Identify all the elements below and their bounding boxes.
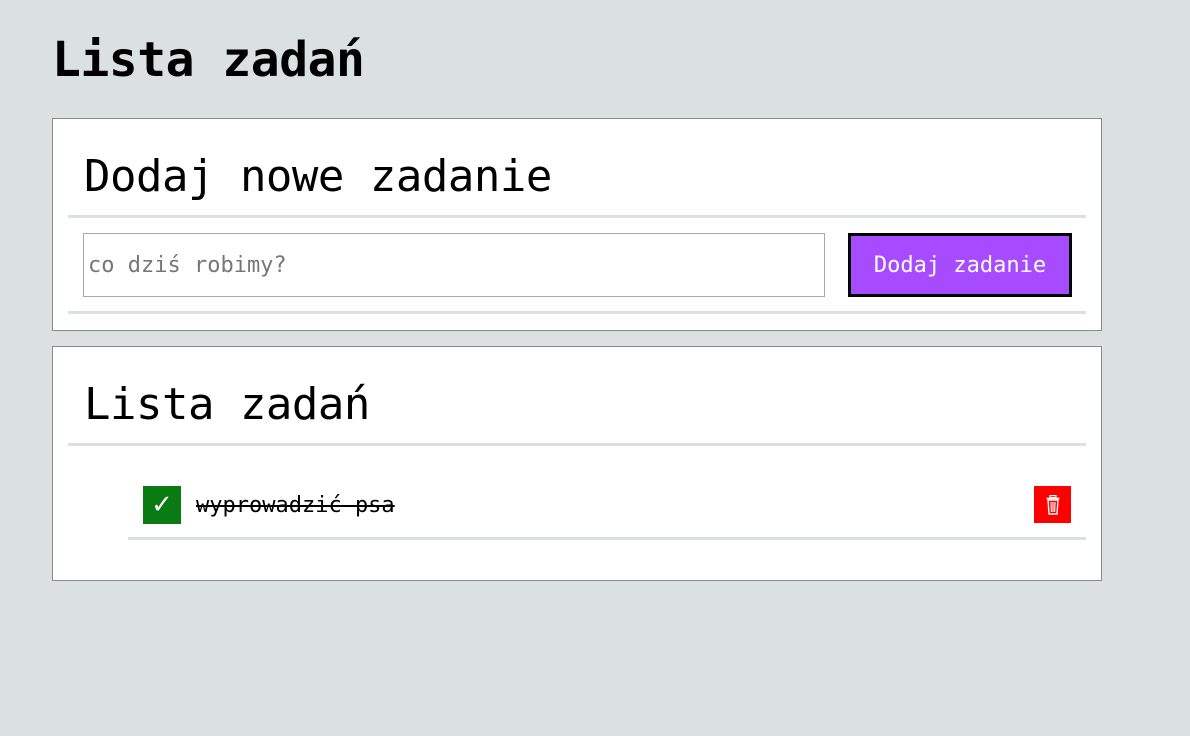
add-task-button[interactable]: Dodaj zadanie xyxy=(848,233,1072,297)
add-task-panel: Dodaj nowe zadanie Dodaj zadanie xyxy=(52,118,1102,331)
task-list-heading: Lista zadań xyxy=(84,379,370,430)
check-icon[interactable]: ✓ xyxy=(143,486,181,524)
page-title: Lista zadań xyxy=(52,32,365,88)
divider xyxy=(128,537,1086,540)
task-item: ✓ wyprowadzić psa xyxy=(128,485,1086,525)
delete-task-button[interactable] xyxy=(1034,486,1071,523)
trash-icon xyxy=(1046,494,1059,515)
add-task-heading: Dodaj nowe zadanie xyxy=(84,151,552,202)
divider xyxy=(68,443,1086,446)
task-list-panel: Lista zadań ✓ wyprowadzić psa xyxy=(52,346,1102,581)
divider xyxy=(68,311,1086,314)
new-task-input[interactable] xyxy=(83,233,825,297)
task-text: wyprowadzić psa xyxy=(196,493,395,518)
divider xyxy=(68,215,1086,218)
